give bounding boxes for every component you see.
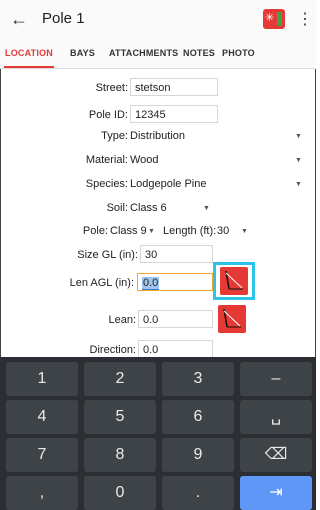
key-period[interactable]: . <box>162 476 234 510</box>
tab-location[interactable]: LOCATION <box>4 38 54 68</box>
tab-attachments[interactable]: ATTACHMENTS <box>109 38 178 68</box>
len-agl-field[interactable]: 0.0 <box>137 273 213 291</box>
lean-field[interactable]: 0.0 <box>138 310 213 328</box>
key-4[interactable]: 4 <box>6 400 78 434</box>
numeric-keyboard: 1 2 3 – 4 5 6 ␣ 7 8 9 ⌫ , 0 . ⇥ <box>0 357 316 510</box>
next-key[interactable]: ⇥ <box>240 476 312 510</box>
app-bar: ← Pole 1 ✳ ⋮ <box>0 0 316 38</box>
key-3[interactable]: 3 <box>162 362 234 396</box>
key-1[interactable]: 1 <box>6 362 78 396</box>
len-agl-label: Len AGL (in): <box>69 277 134 289</box>
soil-select[interactable]: Class 6 <box>130 202 167 214</box>
backspace-key[interactable]: ⌫ <box>240 438 312 472</box>
chevron-down-icon[interactable]: ▼ <box>295 181 302 188</box>
direction-label: Direction: <box>89 344 136 356</box>
chevron-down-icon[interactable]: ▼ <box>241 228 248 235</box>
length-select[interactable]: 30 <box>217 225 229 237</box>
material-label: Material: <box>85 154 128 166</box>
lean-measure-button[interactable] <box>218 305 246 333</box>
species-select[interactable]: Lodgepole Pine <box>130 178 206 190</box>
type-label: Type: <box>101 130 128 142</box>
key-0[interactable]: 0 <box>84 476 156 510</box>
tab-bar: LOCATION BAYS ATTACHMENTS NOTES PHOTO <box>0 38 316 69</box>
tab-notes[interactable]: NOTES <box>183 38 215 68</box>
selected-text: 0.0 <box>142 277 160 290</box>
highlight-box <box>213 262 255 300</box>
key-8[interactable]: 8 <box>84 438 156 472</box>
key-5[interactable]: 5 <box>84 400 156 434</box>
size-gl-field[interactable]: 30 <box>140 245 213 263</box>
pole-id-field[interactable]: 12345 <box>130 105 218 123</box>
arrow-left-icon[interactable]: ← <box>10 8 28 30</box>
species-label: Species: <box>85 178 128 190</box>
key-7[interactable]: 7 <box>6 438 78 472</box>
chevron-down-icon[interactable]: ▼ <box>295 133 302 140</box>
spark-icon: ✳ <box>265 12 275 24</box>
pole-app-icon[interactable]: ✳ <box>263 9 285 29</box>
chevron-down-icon[interactable]: ▼ <box>295 157 302 164</box>
pole-id-label: Pole ID: <box>88 109 128 121</box>
length-label: Length (ft): <box>163 225 217 237</box>
size-gl-label: Size GL (in): <box>77 249 138 261</box>
chevron-down-icon[interactable]: ▼ <box>148 228 155 235</box>
street-field[interactable]: stetson <box>130 78 218 96</box>
key-6[interactable]: 6 <box>162 400 234 434</box>
material-select[interactable]: Wood <box>130 154 159 166</box>
tab-photo[interactable]: PHOTO <box>222 38 255 68</box>
tab-bays[interactable]: BAYS <box>70 38 95 68</box>
key-9[interactable]: 9 <box>162 438 234 472</box>
chevron-down-icon[interactable]: ▼ <box>203 205 210 212</box>
key-minus[interactable]: – <box>240 362 312 396</box>
soil-label: Soil: <box>106 202 128 214</box>
street-label: Street: <box>95 82 128 94</box>
green-bar <box>277 12 282 26</box>
lean-label: Lean: <box>108 314 136 326</box>
measure-icon <box>223 308 241 328</box>
space-key[interactable]: ␣ <box>240 400 312 434</box>
more-vert-icon[interactable]: ⋮ <box>297 9 313 29</box>
pole-class-label: Pole: <box>82 225 108 237</box>
pole-class-select[interactable]: Class 9 <box>110 225 147 237</box>
key-comma[interactable]: , <box>6 476 78 510</box>
direction-field[interactable]: 0.0 <box>138 340 213 358</box>
page-title: Pole 1 <box>42 10 85 27</box>
key-2[interactable]: 2 <box>84 362 156 396</box>
type-select[interactable]: Distribution <box>130 130 185 142</box>
